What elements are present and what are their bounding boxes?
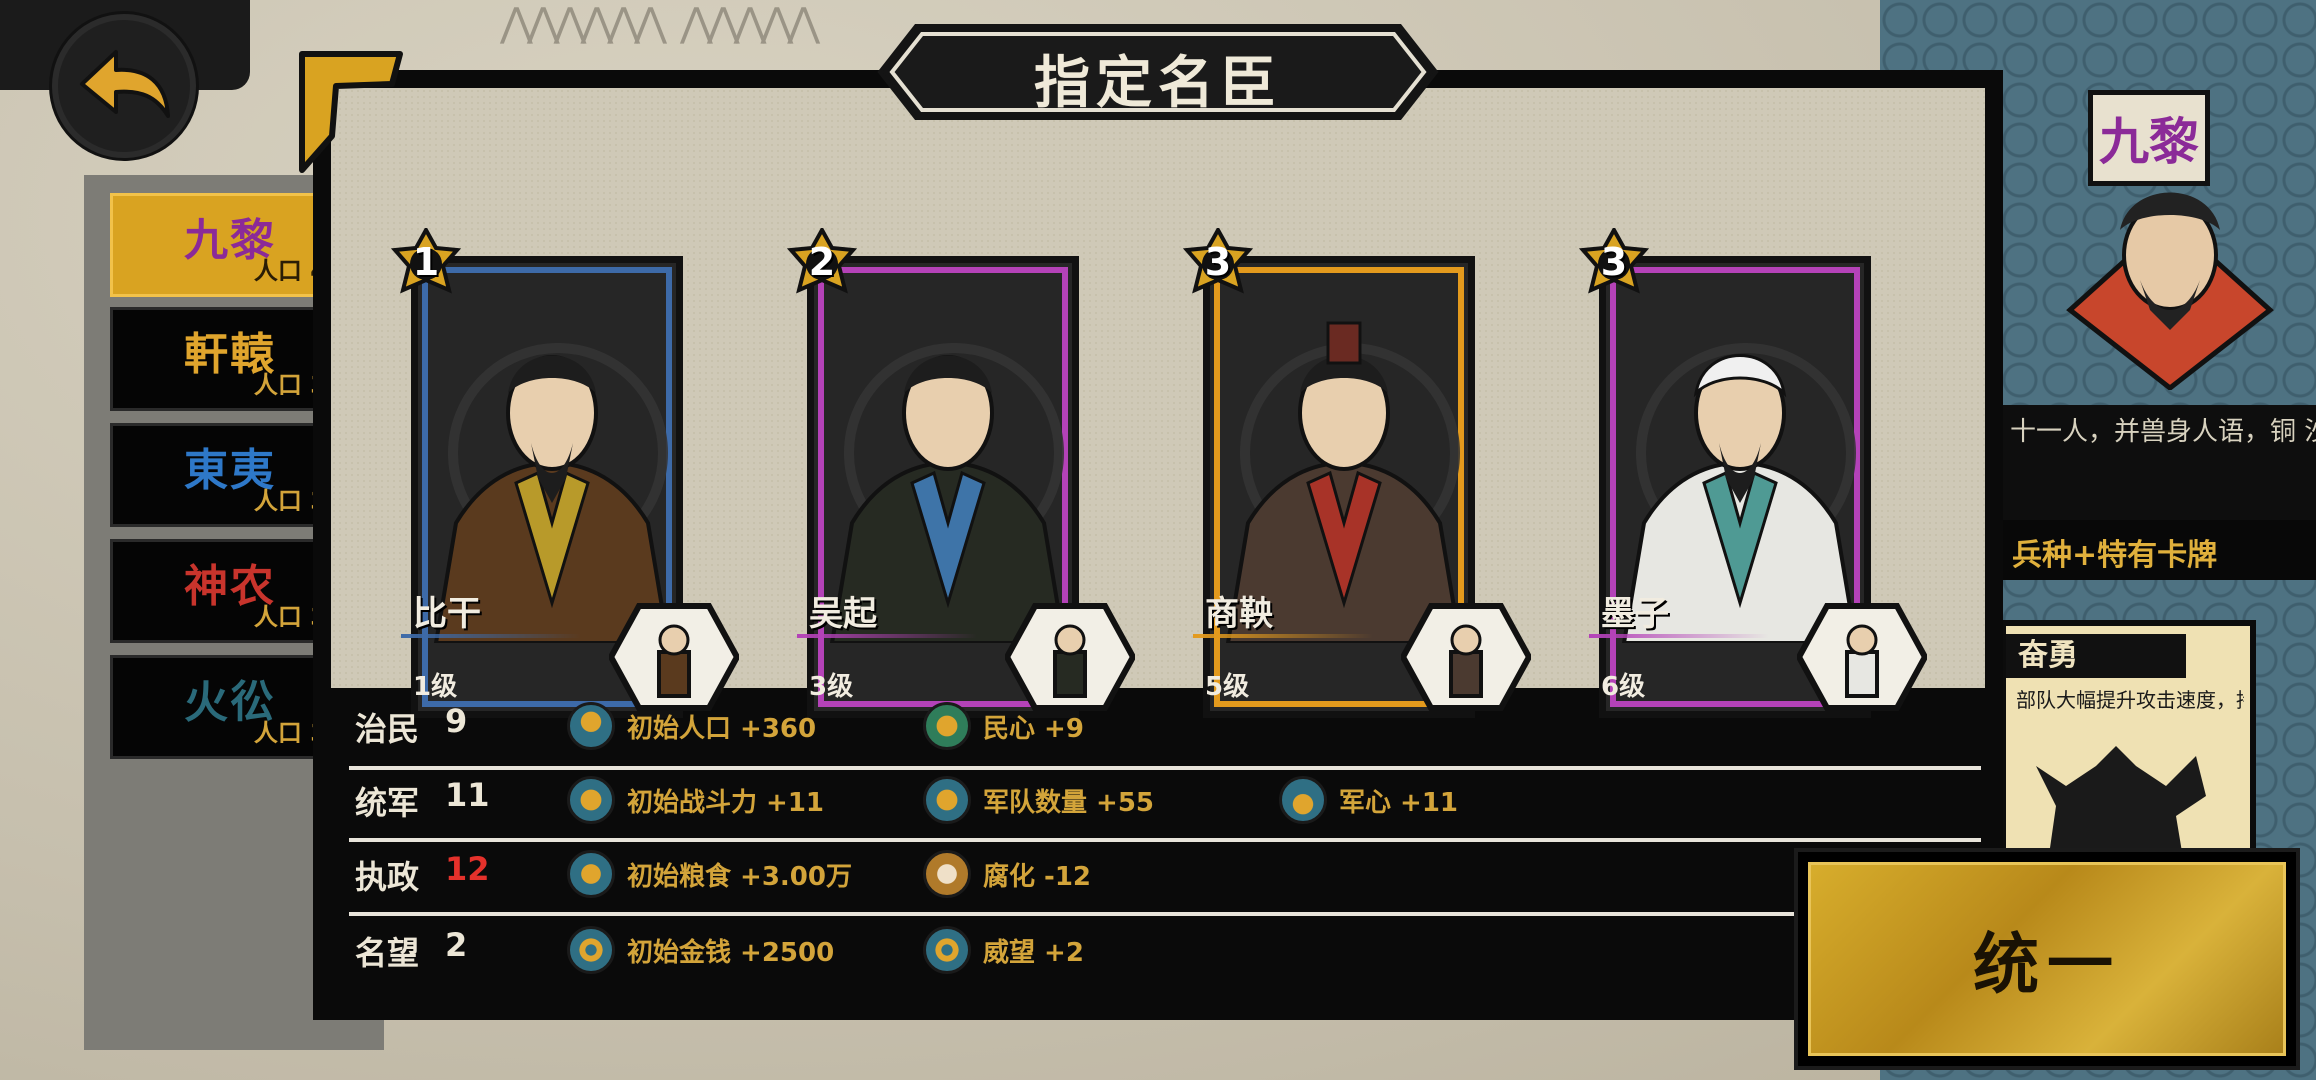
name-underline: [1589, 634, 1769, 638]
minister-name: 吴起: [809, 594, 877, 634]
prestige-icon: [923, 926, 971, 974]
corruption-icon: [923, 850, 971, 898]
stat-row-prestige: 名望 2 初始金钱 +2500 威望 +2: [331, 914, 1981, 984]
effect-text: 威望 +2: [983, 937, 1084, 968]
minister-card-area: 1 比干 1级 2 吴起 3级 3 商鞅 5级 3 墨子 6级: [331, 88, 1985, 718]
cost-value: 1: [412, 240, 440, 284]
skill-text: 部队大幅提升攻击速度，持: [2016, 688, 2244, 712]
stat-row-military: 统军 11 初始战斗力 +11 军队数量 +55 军心 +11: [331, 764, 1981, 834]
coin-icon: [567, 926, 615, 974]
effect-item: 初始人口 +360: [567, 700, 816, 752]
cost-badge: 3: [1183, 228, 1253, 298]
minister-name: 商鞅: [1205, 594, 1273, 634]
cost-badge: 1: [391, 228, 461, 298]
army-morale-icon: [1279, 776, 1327, 824]
minister-card[interactable]: 1 比干 1级: [391, 228, 739, 718]
effect-item: 军心 +11: [1279, 774, 1458, 826]
minister-card[interactable]: 2 吴起 3级: [787, 228, 1135, 718]
stat-row-administration: 执政 12 初始粮食 +3.00万 腐化 -12: [331, 838, 1981, 908]
cost-value: 3: [1600, 240, 1628, 284]
grain-icon: [567, 850, 615, 898]
stat-label: 名望: [355, 934, 420, 972]
back-arrow-icon: [80, 50, 170, 118]
effect-item: 腐化 -12: [923, 848, 1091, 900]
mountain-decoration: ⋀⋀⋀⋀⋀⋀: [500, 0, 667, 46]
effect-text: 初始人口 +360: [627, 713, 817, 744]
effect-text: 初始金钱 +2500: [627, 937, 835, 968]
effect-text: 军心 +11: [1339, 787, 1459, 818]
population-icon: [567, 702, 615, 750]
cost-value: 3: [1204, 240, 1232, 284]
stat-value: 9: [445, 702, 468, 740]
army-size-icon: [923, 776, 971, 824]
effect-text: 初始粮食 +3.00万: [627, 861, 852, 892]
faction-leader-portrait: [2066, 192, 2274, 390]
cost-value: 2: [808, 240, 836, 284]
minister-dialog: 1 比干 1级 2 吴起 3级 3 商鞅 5级 3 墨子 6级 治民 9 初始人…: [313, 70, 2003, 1020]
name-underline: [1193, 634, 1373, 638]
morale-heart-icon: [923, 702, 971, 750]
unify-button-face: 统一: [1808, 862, 2286, 1056]
stat-row-governance: 治民 9 初始人口 +360 民心 +9: [331, 690, 1981, 760]
minister-card[interactable]: 3 墨子 6级: [1579, 228, 1927, 718]
effect-item: 初始粮食 +3.00万: [567, 848, 852, 900]
minister-name: 墨子: [1601, 594, 1669, 634]
faction-description: 十一人，并兽身人语，铜 沙石子，勇猛无比，有雄: [2000, 405, 2316, 525]
mountain-decoration: ⋀⋀⋀⋀⋀: [680, 0, 820, 46]
stat-value: 2: [445, 926, 468, 964]
skill-title: 奋勇: [2006, 634, 2186, 678]
effect-text: 初始战斗力 +11: [627, 787, 825, 818]
unify-button[interactable]: 统一: [1794, 848, 2300, 1070]
effect-text: 腐化 -12: [983, 861, 1092, 892]
effect-item: 民心 +9: [923, 700, 1084, 752]
effect-item: 初始战斗力 +11: [567, 774, 824, 826]
cost-badge: 3: [1579, 228, 1649, 298]
minister-stats-table: 治民 9 初始人口 +360 民心 +9 统军 11 初始战斗力 +11 军队数…: [331, 690, 1985, 1020]
faction-unit-bonus: 兵种+特有卡牌: [2000, 520, 2316, 580]
effect-item: 威望 +2: [923, 924, 1084, 976]
stat-value: 12: [445, 850, 490, 888]
name-underline: [797, 634, 977, 638]
stat-label: 治民: [355, 710, 420, 748]
minister-name: 比干: [413, 594, 481, 634]
minister-card[interactable]: 3 商鞅 5级: [1183, 228, 1531, 718]
cost-badge: 2: [787, 228, 857, 298]
combat-power-icon: [567, 776, 615, 824]
back-button[interactable]: [52, 14, 196, 158]
dialog-title: 指定名臣: [1034, 51, 1282, 116]
effect-text: 民心 +9: [983, 713, 1084, 744]
corner-ornament-icon: [299, 51, 403, 173]
stat-label: 执政: [355, 858, 420, 896]
stat-label: 统军: [355, 784, 420, 822]
faction-skill-card[interactable]: 奋勇 部队大幅提升攻击速度，持: [2000, 620, 2256, 870]
effect-item: 初始金钱 +2500: [567, 924, 834, 976]
name-underline: [401, 634, 581, 638]
effect-text: 军队数量 +55: [983, 787, 1155, 818]
stat-value: 11: [445, 776, 490, 814]
unify-button-label: 统一: [1973, 926, 2121, 1003]
dialog-title-plate: 指定名臣: [858, 22, 1458, 122]
effect-item: 军队数量 +55: [923, 774, 1154, 826]
